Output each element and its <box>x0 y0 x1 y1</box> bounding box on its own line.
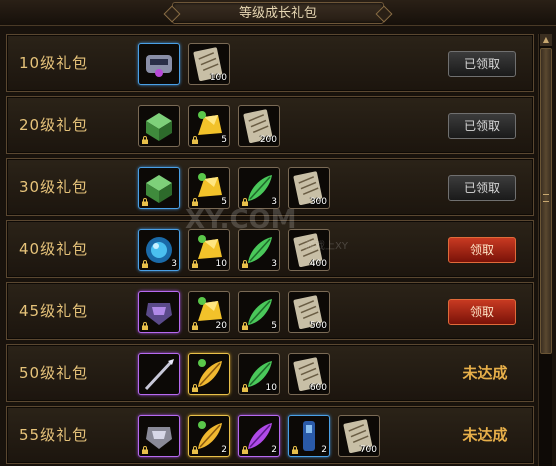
reward-quantity: 3 <box>271 259 277 269</box>
reward-quantity: 200 <box>259 135 277 145</box>
reward-slot[interactable]: 20 <box>188 291 230 333</box>
reward-slot[interactable] <box>138 167 180 209</box>
gift-pack-label: 20级礼包 <box>19 116 89 134</box>
reward-quantity: 3 <box>171 259 177 269</box>
reward-slot[interactable]: 700 <box>338 415 380 457</box>
claim-button[interactable]: 领取 <box>448 237 516 263</box>
not-reached-status: 未达成 <box>462 364 508 382</box>
reward-slot[interactable]: 2 <box>288 415 330 457</box>
gift-pack-window: 等级成长礼包 10级礼包 100 已领取 20级礼包 5 200 已领取 30级礼包 5 3 300… <box>0 0 556 466</box>
reward-slot[interactable] <box>138 43 180 85</box>
spear-icon <box>144 359 174 391</box>
window-title: 等级成长礼包 <box>238 6 317 21</box>
reward-slot[interactable]: 200 <box>238 105 280 147</box>
reward-slot[interactable]: 3 <box>238 167 280 209</box>
lock-icon <box>141 446 149 454</box>
scroll-up-button[interactable]: ▲ <box>540 34 552 46</box>
reward-slot[interactable]: 5 <box>238 291 280 333</box>
reward-quantity: 500 <box>309 321 327 331</box>
gift-pack-row: 20级礼包 5 200 已领取 <box>6 96 534 154</box>
reward-slot[interactable] <box>138 105 180 147</box>
reward-quantity: 600 <box>309 383 327 393</box>
reward-quantity: 700 <box>359 445 377 455</box>
helmet-icon <box>146 55 172 77</box>
lock-icon <box>141 136 149 144</box>
gift-pack-label: 50级礼包 <box>19 364 89 382</box>
gift-pack-row: 30级礼包 5 3 300 已领取 <box>6 158 534 216</box>
gift-pack-label: 40级礼包 <box>19 240 89 258</box>
lock-icon <box>291 446 299 454</box>
reward-slot[interactable]: 5 <box>188 105 230 147</box>
lock-icon <box>141 322 149 330</box>
lock-icon <box>241 198 249 206</box>
reward-slot[interactable]: 500 <box>288 291 330 333</box>
reward-slot[interactable] <box>188 353 230 395</box>
not-reached-status: 未达成 <box>462 426 508 444</box>
reward-slot[interactable]: 10 <box>188 229 230 271</box>
lock-icon <box>191 384 199 392</box>
reward-quantity: 10 <box>215 259 227 269</box>
lock-icon <box>191 322 199 330</box>
title-bar: 等级成长礼包 <box>0 0 556 26</box>
reward-slot[interactable]: 3 <box>138 229 180 271</box>
scroll-grip-icon <box>543 194 549 202</box>
reward-quantity: 2 <box>321 445 327 455</box>
title-plaque: 等级成长礼包 <box>172 2 384 24</box>
reward-slot[interactable]: 100 <box>188 43 230 85</box>
reward-slot[interactable]: 2 <box>188 415 230 457</box>
scrollbar[interactable]: ▲ <box>538 34 552 466</box>
reward-slot[interactable]: 10 <box>238 353 280 395</box>
reward-quantity: 10 <box>265 383 277 393</box>
reward-slot[interactable]: 300 <box>288 167 330 209</box>
lock-icon <box>241 322 249 330</box>
gift-pack-row: 10级礼包 100 已领取 <box>6 34 534 92</box>
claim-button[interactable]: 领取 <box>448 299 516 325</box>
reward-quantity: 3 <box>271 197 277 207</box>
claimed-button[interactable]: 已领取 <box>448 175 516 201</box>
lock-icon <box>191 198 199 206</box>
claimed-button[interactable]: 已领取 <box>448 113 516 139</box>
lock-icon <box>241 260 249 268</box>
reward-quantity: 2 <box>271 445 277 455</box>
gift-pack-label: 45级礼包 <box>19 302 89 320</box>
gift-pack-label: 30级礼包 <box>19 178 89 196</box>
reward-slot[interactable]: 2 <box>238 415 280 457</box>
lock-icon <box>141 198 149 206</box>
reward-quantity: 20 <box>215 321 227 331</box>
scroll-thumb[interactable] <box>540 48 552 354</box>
reward-slot[interactable]: 5 <box>188 167 230 209</box>
lock-icon <box>191 260 199 268</box>
reward-quantity: 5 <box>271 321 277 331</box>
reward-slot[interactable] <box>138 291 180 333</box>
gift-pack-row: 45级礼包 20 5 500 领取 <box>6 282 534 340</box>
reward-quantity: 300 <box>309 197 327 207</box>
lock-icon <box>241 384 249 392</box>
lock-icon <box>191 446 199 454</box>
gift-pack-row: 40级礼包 3 10 3 400 领取 <box>6 220 534 278</box>
gift-pack-row: 50级礼包 10 600 未达成 <box>6 344 534 402</box>
reward-quantity: 100 <box>209 73 227 83</box>
reward-slot[interactable]: 3 <box>238 229 280 271</box>
reward-quantity: 5 <box>221 135 227 145</box>
gift-pack-label: 10级礼包 <box>19 54 89 72</box>
reward-slot[interactable]: 600 <box>288 353 330 395</box>
lock-icon <box>191 136 199 144</box>
lock-icon <box>241 446 249 454</box>
gift-pack-label: 55级礼包 <box>19 426 89 444</box>
gift-pack-list: 10级礼包 100 已领取 20级礼包 5 200 已领取 30级礼包 5 3 300 已领取 40级礼… <box>6 34 534 466</box>
claimed-button[interactable]: 已领取 <box>448 51 516 77</box>
reward-slot[interactable]: 400 <box>288 229 330 271</box>
reward-quantity: 5 <box>221 197 227 207</box>
lock-icon <box>141 260 149 268</box>
reward-slot[interactable] <box>138 353 180 395</box>
reward-quantity: 2 <box>221 445 227 455</box>
reward-quantity: 400 <box>309 259 327 269</box>
reward-slot[interactable] <box>138 415 180 457</box>
gift-pack-row: 55级礼包 2 2 2 700 未达成 <box>6 406 534 464</box>
